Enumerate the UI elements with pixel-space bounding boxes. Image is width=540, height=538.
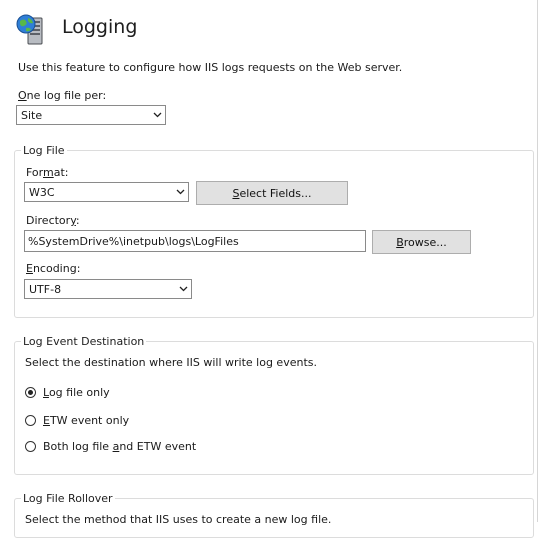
radio-button[interactable] [25, 415, 36, 426]
one-log-file-per-label: One log file per: [18, 89, 107, 102]
encoding-label: Encoding: [26, 262, 81, 275]
format-label: Format: [26, 166, 69, 179]
pane-border [537, 0, 538, 522]
one-log-file-per-value: Site [21, 108, 43, 122]
log-file-group-title: Log File [21, 144, 67, 157]
radio-etw-event-only-label: ETW event only [43, 414, 130, 427]
log-event-destination-title: Log Event Destination [21, 335, 147, 348]
encoding-value: UTF-8 [29, 282, 62, 296]
radio-log-file-only-label: Log file only [43, 386, 110, 399]
radio-both-log-file-and-etw[interactable]: Both log file and ETW event [25, 440, 196, 453]
directory-input[interactable]: %SystemDrive%\inetpub\logs\LogFiles [24, 230, 366, 252]
radio-both-label: Both log file and ETW event [43, 440, 197, 453]
radio-selected-dot [28, 390, 33, 395]
chevron-down-icon [149, 106, 165, 124]
radio-etw-event-only[interactable]: ETW event only [25, 414, 129, 427]
one-log-file-per-select[interactable]: Site [16, 105, 166, 125]
format-value: W3C [29, 185, 55, 199]
select-fields-button[interactable]: Select Fields... [196, 181, 348, 205]
browse-button[interactable]: Browse... [372, 230, 471, 254]
chevron-down-icon [172, 183, 188, 201]
radio-log-file-only[interactable]: Log file only [25, 386, 110, 399]
radio-button[interactable] [25, 441, 36, 452]
chevron-down-icon [175, 280, 191, 298]
directory-label: Directory: [26, 214, 80, 227]
format-select[interactable]: W3C [24, 182, 189, 202]
log-file-rollover-title: Log File Rollover [21, 492, 115, 505]
page-description: Use this feature to configure how IIS lo… [18, 61, 403, 74]
page-title: Logging [62, 16, 138, 38]
log-file-rollover-description: Select the method that IIS uses to creat… [25, 513, 332, 526]
log-event-destination-description: Select the destination where IIS will wr… [25, 356, 317, 369]
encoding-select[interactable]: UTF-8 [24, 279, 192, 299]
logging-feature-icon [14, 12, 48, 46]
radio-button[interactable] [25, 387, 36, 398]
